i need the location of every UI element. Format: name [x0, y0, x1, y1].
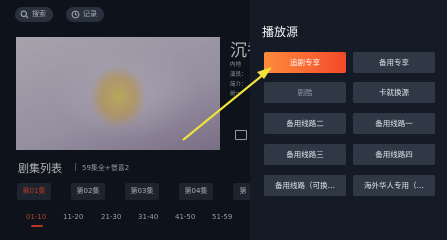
- search-label: 搜索: [32, 10, 46, 18]
- range-tab[interactable]: 51-59: [212, 213, 232, 221]
- source-option[interactable]: 追剧专享: [264, 52, 346, 73]
- episode-item[interactable]: 第02集: [71, 183, 105, 200]
- source-option[interactable]: 备用线路二: [264, 113, 346, 134]
- source-option[interactable]: 备用专享: [353, 52, 435, 73]
- meta-intro-text: 前一: [230, 91, 242, 97]
- panel-title: 播放源: [262, 25, 299, 39]
- episode-item[interactable]: 第01集: [17, 183, 51, 200]
- collect-icon[interactable]: [235, 130, 247, 140]
- episode-item[interactable]: 第04集: [179, 183, 213, 200]
- source-option[interactable]: 剧酷: [264, 82, 346, 103]
- range-tab[interactable]: 21-30: [101, 213, 121, 221]
- meta-intro: 简介：: [230, 82, 247, 88]
- source-option[interactable]: 卡就换源: [353, 82, 435, 103]
- meta-region: 内地: [230, 62, 242, 68]
- range-tab[interactable]: 31-40: [138, 213, 158, 221]
- source-option[interactable]: 备用线路三: [264, 144, 346, 165]
- history-label: 记录: [83, 10, 97, 18]
- poster-image[interactable]: [16, 37, 220, 150]
- divider: [75, 163, 76, 171]
- source-panel: 播放源 追剧专享 备用专享 剧酷 卡就换源 备用线路二 备用线路一 备用线路三 …: [250, 0, 447, 240]
- range-indicator: [31, 225, 43, 227]
- range-tab[interactable]: 11-20: [63, 213, 83, 221]
- episode-item[interactable]: 第03集: [125, 183, 159, 200]
- source-option[interactable]: 备用线路四: [353, 144, 435, 165]
- episode-summary: 59集全+憬喜2: [82, 164, 130, 172]
- source-option[interactable]: 海外华人专用（…: [353, 175, 435, 196]
- search-button[interactable]: 搜索: [15, 7, 53, 22]
- search-icon: [20, 10, 29, 19]
- range-tab[interactable]: 01-10: [26, 213, 46, 221]
- episode-list-title: 剧集列表: [18, 162, 62, 175]
- source-option[interactable]: 备用线路一: [353, 113, 435, 134]
- meta-cast: 演员：: [230, 72, 247, 78]
- clock-icon: [71, 10, 80, 19]
- range-tab[interactable]: 41-50: [175, 213, 195, 221]
- history-button[interactable]: 记录: [66, 7, 104, 22]
- source-option[interactable]: 备用线路（可换…: [264, 175, 346, 196]
